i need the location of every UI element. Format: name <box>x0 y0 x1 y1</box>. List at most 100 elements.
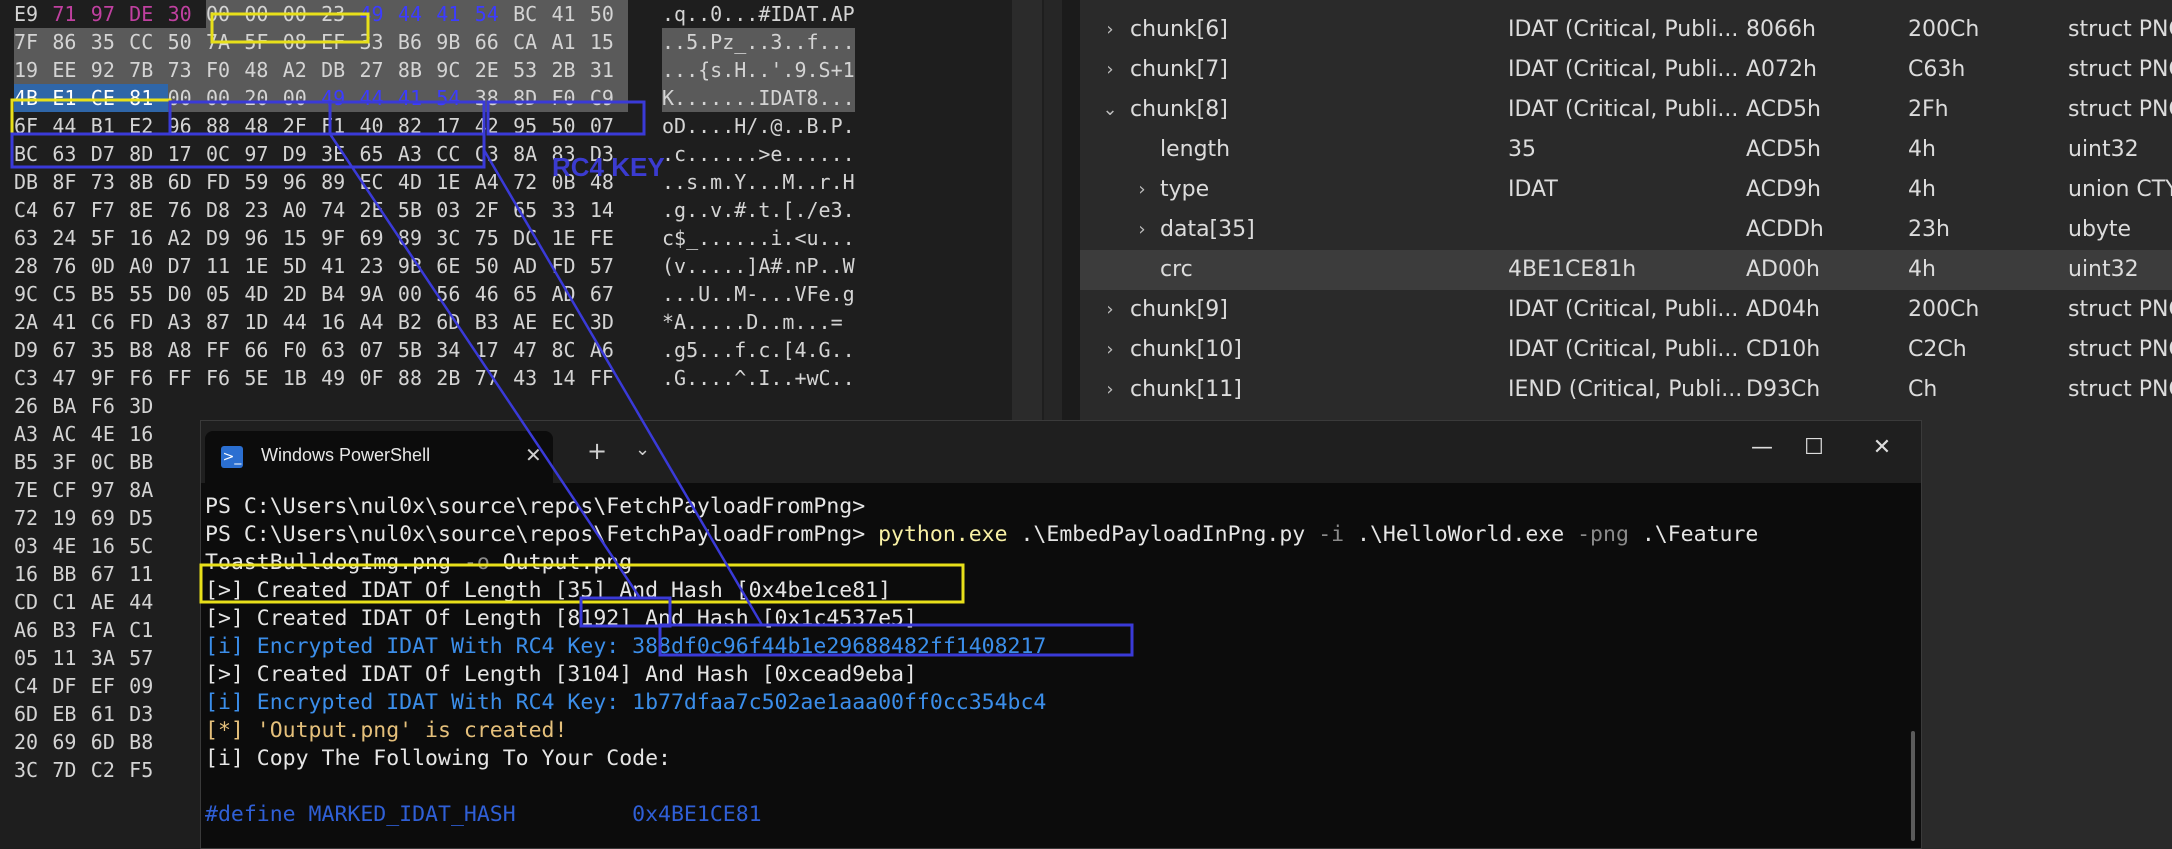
ascii-row[interactable]: ..5.Pz_..3..f... <box>662 28 855 56</box>
hex-byte[interactable]: 16 <box>129 224 167 252</box>
hex-byte[interactable]: E9 <box>14 0 52 28</box>
hex-byte[interactable]: 20 <box>14 728 52 756</box>
hex-byte[interactable]: 83 <box>551 140 589 168</box>
hex-byte[interactable]: 03 <box>436 196 474 224</box>
hex-byte[interactable]: C2 <box>91 756 129 784</box>
hex-byte[interactable]: BA <box>52 392 90 420</box>
tree-row-chunk11[interactable]: › chunk[11] IEND (Critical, Publi... D93Ch C… <box>1080 370 2172 410</box>
hex-byte[interactable]: 1B <box>283 364 321 392</box>
hex-byte[interactable]: 00 <box>205 0 245 28</box>
hex-byte[interactable]: A1 <box>551 28 590 56</box>
tree-row-chunk6[interactable]: › chunk[6] IDAT (Critical, Publi... 8066h 20… <box>1080 10 2172 50</box>
hex-byte[interactable]: 9A <box>360 280 398 308</box>
hex-byte[interactable]: 11 <box>129 560 167 588</box>
hex-byte[interactable]: 95 <box>513 112 551 140</box>
hex-byte[interactable]: 2E <box>474 56 514 84</box>
hex-byte[interactable]: 44 <box>129 588 167 616</box>
hex-byte[interactable]: 44 <box>52 112 90 140</box>
hex-byte[interactable]: 72 <box>14 504 52 532</box>
chevron-right-icon[interactable]: › <box>1100 50 1120 90</box>
hex-byte[interactable]: 27 <box>359 56 398 84</box>
hex-byte[interactable]: 5C <box>129 532 167 560</box>
ascii-row[interactable]: ...U..M-...VFe.g <box>662 280 855 308</box>
hex-byte[interactable]: C3 <box>475 140 513 168</box>
hex-byte[interactable]: FF <box>590 364 628 392</box>
hex-byte[interactable]: CA <box>513 28 552 56</box>
hex-byte[interactable]: 89 <box>398 224 436 252</box>
hex-row[interactable]: C4 67 F7 8E 76 D8 23 A0 74 2E 5B 03 2F 65 33 14 <box>14 196 628 224</box>
hex-byte[interactable]: FD <box>206 168 244 196</box>
hex-byte[interactable]: 2A <box>14 308 52 336</box>
hex-byte[interactable]: F0 <box>205 56 245 84</box>
pane-splitter[interactable] <box>1044 0 1062 420</box>
hex-byte[interactable]: A6 <box>14 616 52 644</box>
hex-byte[interactable]: 26 <box>14 392 52 420</box>
hex-byte[interactable]: 2B <box>436 364 474 392</box>
hex-byte[interactable]: BC <box>14 140 52 168</box>
hex-byte[interactable]: BC <box>513 0 552 28</box>
hex-byte[interactable]: 03 <box>14 532 52 560</box>
new-tab-icon[interactable]: + <box>587 437 607 465</box>
hex-byte[interactable]: 5F <box>244 28 283 56</box>
hex-row[interactable]: C3 47 9F F6 FF F6 5E 1B 49 0F 88 2B 77 43 14 FF <box>14 364 628 392</box>
hex-byte[interactable]: 07 <box>360 336 398 364</box>
hex-byte[interactable]: 4D <box>244 280 282 308</box>
hex-byte[interactable]: 9B <box>398 252 436 280</box>
hex-byte[interactable]: 96 <box>244 224 282 252</box>
hex-byte[interactable]: 87 <box>206 308 244 336</box>
hex-byte[interactable]: C3 <box>14 364 52 392</box>
hex-byte[interactable]: 4E <box>52 532 90 560</box>
hex-byte[interactable]: B4 <box>321 280 359 308</box>
hex-byte[interactable]: B2 <box>398 308 436 336</box>
hex-byte[interactable]: 17 <box>436 112 474 140</box>
hex-byte[interactable]: 00 <box>244 0 283 28</box>
hex-byte[interactable]: F5 <box>129 756 167 784</box>
hex-byte[interactable]: CE <box>90 84 130 112</box>
hex-scrollbar[interactable] <box>1012 0 1042 420</box>
hex-byte[interactable]: 88 <box>398 364 436 392</box>
hex-byte[interactable]: 48 <box>244 112 282 140</box>
hex-byte[interactable]: 65 <box>513 280 551 308</box>
close-window-button[interactable]: ✕ <box>1867 435 1897 460</box>
hex-byte[interactable]: 33 <box>359 28 398 56</box>
hex-byte[interactable]: A2 <box>282 56 322 84</box>
hex-byte[interactable]: AD <box>513 252 551 280</box>
hex-byte[interactable]: E2 <box>129 112 167 140</box>
ascii-row[interactable]: .g..v.#.t.[./e3. <box>662 196 855 224</box>
hex-row[interactable]: 63 24 5F 16 A2 D9 96 15 9F 69 89 3C 75 DC 1E FE <box>14 224 628 252</box>
hex-byte[interactable]: 97 <box>91 476 129 504</box>
hex-byte[interactable]: A2 <box>168 224 206 252</box>
hex-byte[interactable]: 61 <box>91 700 129 728</box>
hex-byte[interactable]: 73 <box>167 56 206 84</box>
hex-byte[interactable]: 67 <box>91 560 129 588</box>
ascii-row[interactable]: .c......>e...... <box>662 140 855 168</box>
hex-byte[interactable]: 0B <box>551 168 589 196</box>
hex-byte[interactable]: 15 <box>589 28 629 56</box>
hex-byte[interactable]: 8D <box>129 140 167 168</box>
hex-byte[interactable]: EF <box>321 28 360 56</box>
hex-byte[interactable]: EE <box>52 56 91 84</box>
hex-byte[interactable]: D3 <box>590 140 628 168</box>
hex-byte[interactable]: 35 <box>91 336 129 364</box>
hex-byte[interactable]: B8 <box>129 728 167 756</box>
hex-byte[interactable]: 5E <box>244 364 282 392</box>
hex-byte[interactable]: FD <box>129 308 167 336</box>
hex-byte[interactable]: CC <box>436 140 474 168</box>
hex-byte[interactable]: 74 <box>321 196 359 224</box>
ascii-row[interactable]: K.......IDAT8... <box>662 84 855 112</box>
hex-byte[interactable]: B5 <box>91 280 129 308</box>
hex-byte[interactable]: AE <box>513 308 551 336</box>
hex-byte[interactable]: EC <box>551 308 589 336</box>
hex-byte[interactable]: 17 <box>168 140 206 168</box>
hex-byte[interactable]: D9 <box>14 336 52 364</box>
hex-row[interactable]: DB 8F 73 8B 6D FD 59 96 89 EC 4D 1E A4 72 0B 48 <box>14 168 628 196</box>
hex-byte[interactable]: 6D <box>14 700 52 728</box>
hex-byte[interactable]: 5F <box>91 224 129 252</box>
hex-byte[interactable]: F0 <box>551 84 590 112</box>
hex-byte[interactable]: 8A <box>513 140 551 168</box>
hex-byte[interactable]: 53 <box>513 56 552 84</box>
hex-byte[interactable]: 6F <box>14 112 52 140</box>
hex-byte[interactable]: B5 <box>14 448 52 476</box>
hex-byte[interactable]: 67 <box>52 336 90 364</box>
hex-byte[interactable]: 44 <box>359 84 398 112</box>
